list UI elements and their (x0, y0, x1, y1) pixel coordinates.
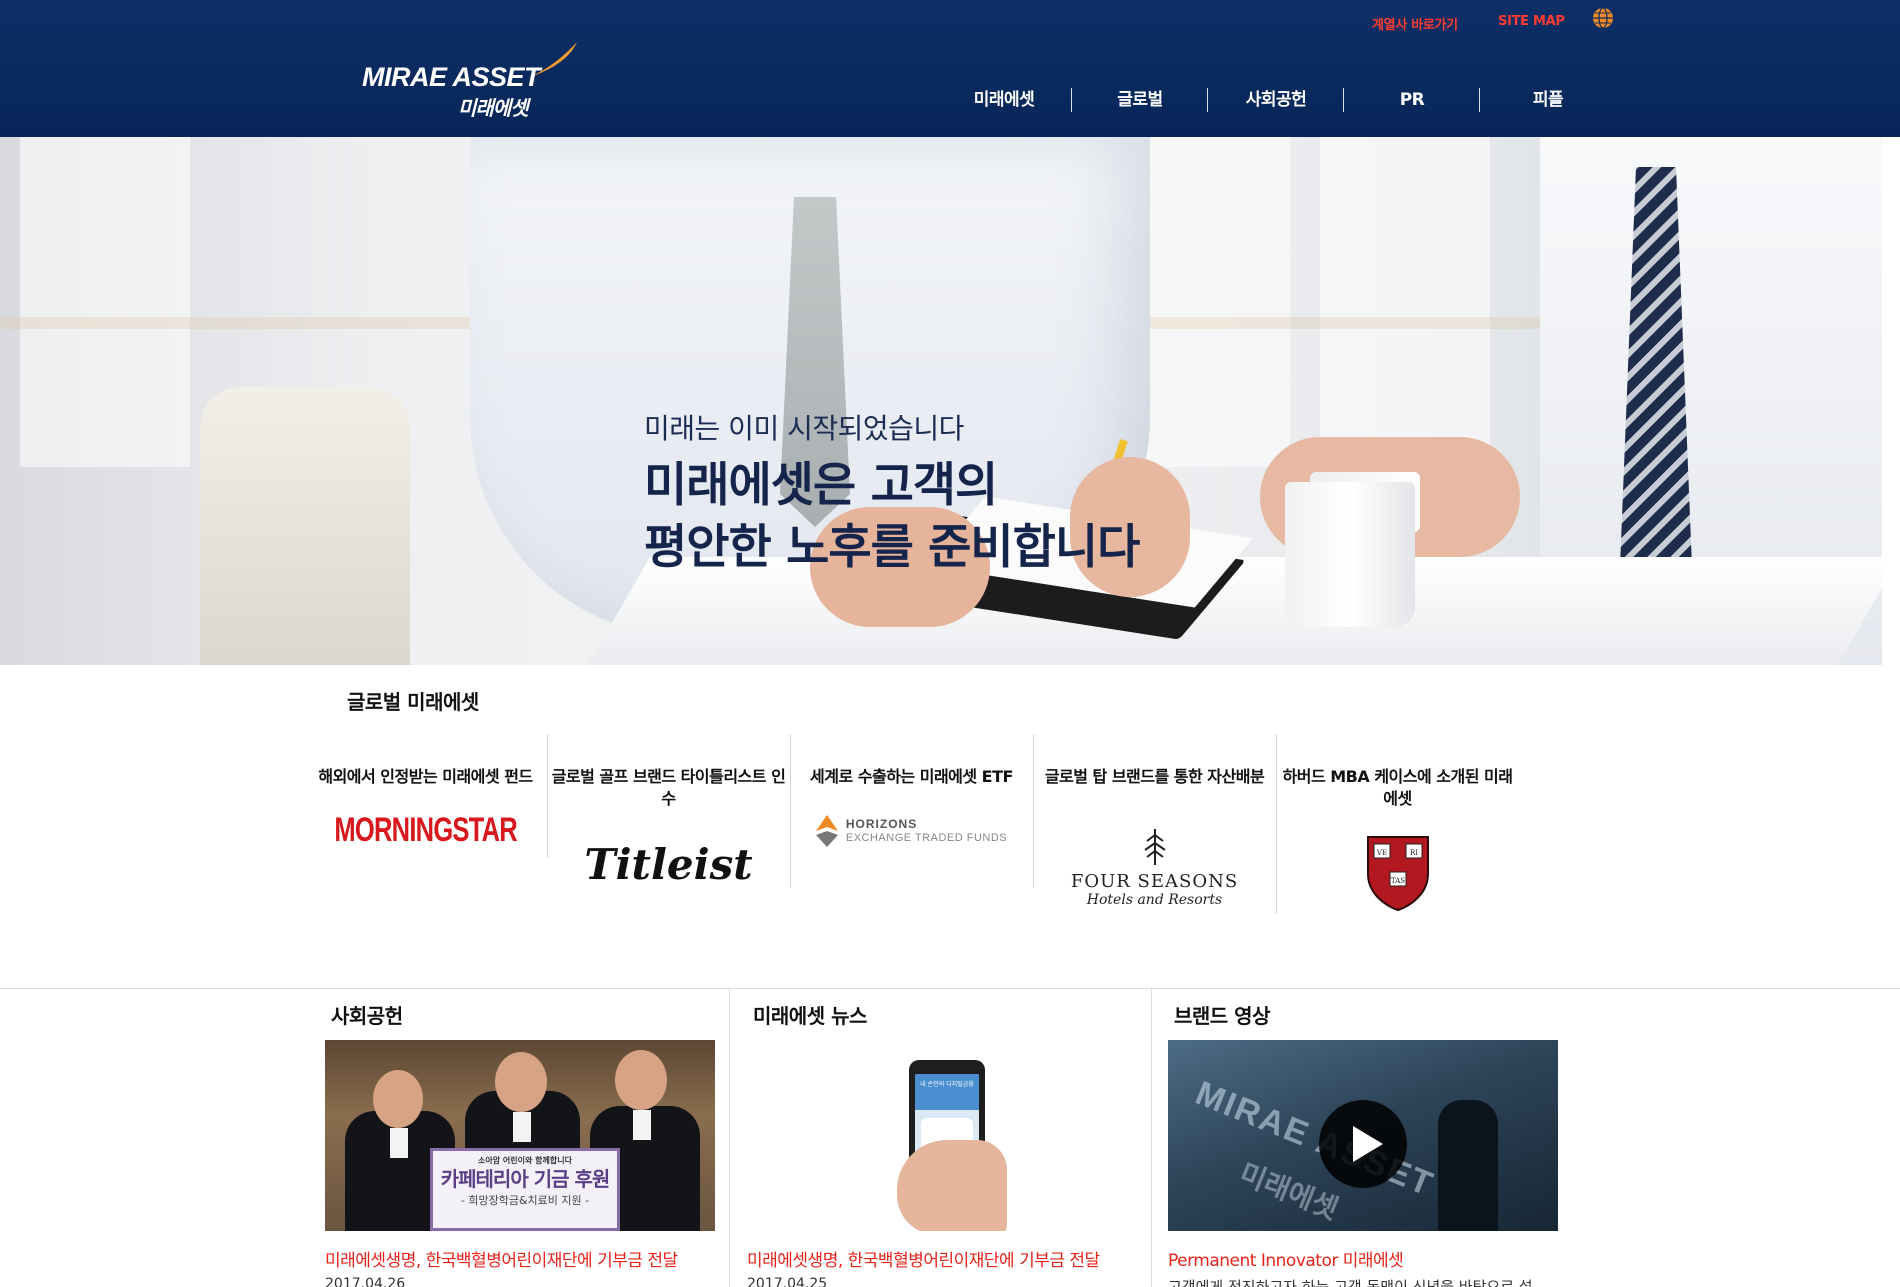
four-seasons-logo-group: FOUR SEASONS Hotels and Resorts (1071, 827, 1238, 908)
background-window (1320, 137, 1490, 467)
nav-divider (1207, 88, 1208, 112)
nav-item-social-contribution[interactable]: 사회공헌 (1208, 86, 1344, 116)
news-link[interactable]: 미래에셋생명, 한국백혈병어린이재단에 기부금 전달 (747, 1246, 1100, 1271)
global-card-text: 세계로 수출하는 미래에셋 ETF (810, 767, 1013, 786)
column-title: 미래에셋 뉴스 (753, 1004, 867, 1028)
news-date: 2017.04.25 (747, 1276, 828, 1287)
social-contribution-column: 사회공헌 소아암 어린이와 함께합니다 카페테리아 기금 후원 - 희망장학금&… (325, 988, 747, 1287)
person-head (615, 1050, 667, 1110)
play-button[interactable] (1319, 1100, 1407, 1188)
titleist-logo: Titleist (547, 834, 790, 894)
person-head (495, 1052, 547, 1112)
hero-banner: 미래는 이미 시작되었습니다 미래에셋은 고객의 평안한 노후를 준비합니다 (0, 137, 1882, 665)
nav-item-people[interactable]: 피플 (1480, 86, 1616, 116)
global-card-text: 해외에서 인정받는 미래에셋 펀드 (318, 767, 533, 786)
mirae-asset-logo[interactable]: MIRAE ASSET 미래에셋 (362, 40, 582, 120)
morningstar-logo-text: MORNINGSTAR (334, 810, 517, 849)
column-title: 브랜드 영상 (1174, 1004, 1270, 1028)
site-header: 계열사 바로가기 SITE MAP MIRAE ASSET 미래에셋 미래에셋 … (0, 0, 1900, 137)
svg-text:RI: RI (1409, 849, 1417, 857)
cup-shape (1285, 482, 1415, 627)
phone-screen-text: 내 손안의 디지털금융 (915, 1074, 979, 1110)
background-window (20, 137, 190, 467)
hand-shape (897, 1140, 1007, 1231)
news-date: 2017.04.26 (325, 1276, 406, 1287)
video-description: 고객에게 전진하고자 하는 고객 동맹이 신념을 바탕으로 설 (1168, 1278, 1533, 1287)
main-nav: 미래에셋 글로벌 사회공헌 PR 피플 (936, 86, 1616, 118)
person-head (373, 1070, 423, 1128)
donation-board: 소아암 어린이와 함께합니다 카페테리아 기금 후원 - 희망장학금&치료비 지… (430, 1148, 620, 1231)
global-card-text: 글로벌 골프 브랜드 타이틀리스트 인수 (551, 767, 786, 808)
board-text: - 희망장학금&치료비 지원 - (460, 1194, 590, 1207)
board-text: 카페테리아 기금 후원 (440, 1167, 611, 1191)
horizons-logo-text: HORIZONS EXCHANGE TRADED FUNDS (846, 817, 1007, 845)
global-card-text: 글로벌 탑 브랜드를 통한 자산배분 (1044, 767, 1265, 786)
brand-video-column: 브랜드 영상 MIRAE ASSET 미래에셋 Permanent Innova… (1168, 988, 1590, 1287)
harvard-logo: VE RI TAS (1276, 832, 1519, 914)
chair-shape (200, 387, 410, 665)
global-card-list: 해외에서 인정받는 미래에셋 펀드 MORNINGSTAR 글로벌 골프 브랜드… (304, 734, 1520, 914)
logo-text-en: MIRAE ASSET (362, 62, 541, 92)
four-seasons-logo-line: FOUR SEASONS (1070, 870, 1239, 892)
harvard-shield-icon: VE RI TAS (1366, 836, 1429, 912)
logo-text-kr: 미래에셋 (458, 96, 529, 120)
news-link[interactable]: 미래에셋생명, 한국백혈병어린이재단에 기부금 전달 (325, 1246, 678, 1271)
nav-item-mirae-asset[interactable]: 미래에셋 (936, 86, 1072, 116)
play-icon (1353, 1126, 1383, 1162)
person-shirt (513, 1112, 531, 1142)
brand-video-thumbnail[interactable]: MIRAE ASSET 미래에셋 (1168, 1040, 1558, 1231)
morningstar-logo: MORNINGSTAR (304, 800, 547, 860)
globe-icon[interactable] (1592, 7, 1614, 29)
horizons-logo-line: HORIZONS (845, 817, 918, 831)
donation-photo[interactable]: 소아암 어린이와 함께합니다 카페테리아 기금 후원 - 희망장학금&치료비 지… (325, 1040, 715, 1231)
column-title: 사회공헌 (331, 1004, 403, 1028)
hero-subtitle: 미래는 이미 시작되었습니다 (644, 412, 964, 445)
global-card-text: 하버드 MBA 케이스에 소개된 미래에셋 (1282, 767, 1513, 808)
global-card-harvard[interactable]: 하버드 MBA 케이스에 소개된 미래에셋 VE RI TAS (1276, 734, 1519, 914)
affiliates-link[interactable]: 계열사 바로가기 (1372, 14, 1458, 36)
four-seasons-tree-icon (1143, 828, 1166, 865)
global-card-morningstar[interactable]: 해외에서 인정받는 미래에셋 펀드 MORNINGSTAR (304, 734, 548, 914)
hero-title: 미래에셋은 고객의 평안한 노후를 준비합니다 (644, 455, 1140, 579)
board-text: 소아암 어린이와 함께합니다 (478, 1156, 572, 1165)
titleist-logo-text: Titleist (584, 839, 753, 889)
horizons-logo: HORIZONS EXCHANGE TRADED FUNDS (790, 806, 1033, 856)
phone-photo[interactable]: 내 손안의 디지털금융 (747, 1040, 1137, 1231)
nav-divider (1071, 88, 1072, 112)
global-section-title: 글로벌 미래에셋 (347, 690, 479, 714)
horizons-logo-line: EXCHANGE TRADED FUNDS (845, 832, 1008, 844)
news-column: 미래에셋 뉴스 내 손안의 디지털금융 미래에셋생명, 한국백혈병어린이재단에 … (747, 988, 1169, 1287)
svg-text:TAS: TAS (1390, 877, 1404, 885)
nav-item-pr[interactable]: PR (1344, 86, 1480, 116)
global-card-horizons[interactable]: 세계로 수출하는 미래에셋 ETF HORIZONS EXCHANGE TRAD… (790, 734, 1034, 914)
global-card-titleist[interactable]: 글로벌 골프 브랜드 타이틀리스트 인수 Titleist (547, 734, 791, 914)
horizons-logo-group: HORIZONS EXCHANGE TRADED FUNDS (815, 815, 1007, 847)
person-shirt (390, 1128, 408, 1158)
four-seasons-logo-line: Hotels and Resorts (1086, 891, 1223, 908)
hero-title-line: 미래에셋은 고객의 (644, 458, 998, 513)
horizons-mark-icon (815, 815, 838, 847)
sitemap-link[interactable]: SITE MAP (1498, 14, 1565, 36)
nav-divider (1343, 88, 1344, 112)
global-card-four-seasons[interactable]: 글로벌 탑 브랜드를 통한 자산배분 FOUR SEASONS Hotels a… (1033, 734, 1277, 914)
person-silhouette (1438, 1100, 1498, 1231)
nav-item-global[interactable]: 글로벌 (1072, 86, 1208, 116)
svg-text:VE: VE (1375, 849, 1386, 857)
hero-title-line: 평안한 노후를 준비합니다 (644, 520, 1140, 575)
four-seasons-logo: FOUR SEASONS Hotels and Resorts (1033, 820, 1276, 914)
nav-divider (1479, 88, 1480, 112)
person-shirt (633, 1110, 651, 1140)
video-link[interactable]: Permanent Innovator 미래에셋 (1168, 1246, 1404, 1271)
